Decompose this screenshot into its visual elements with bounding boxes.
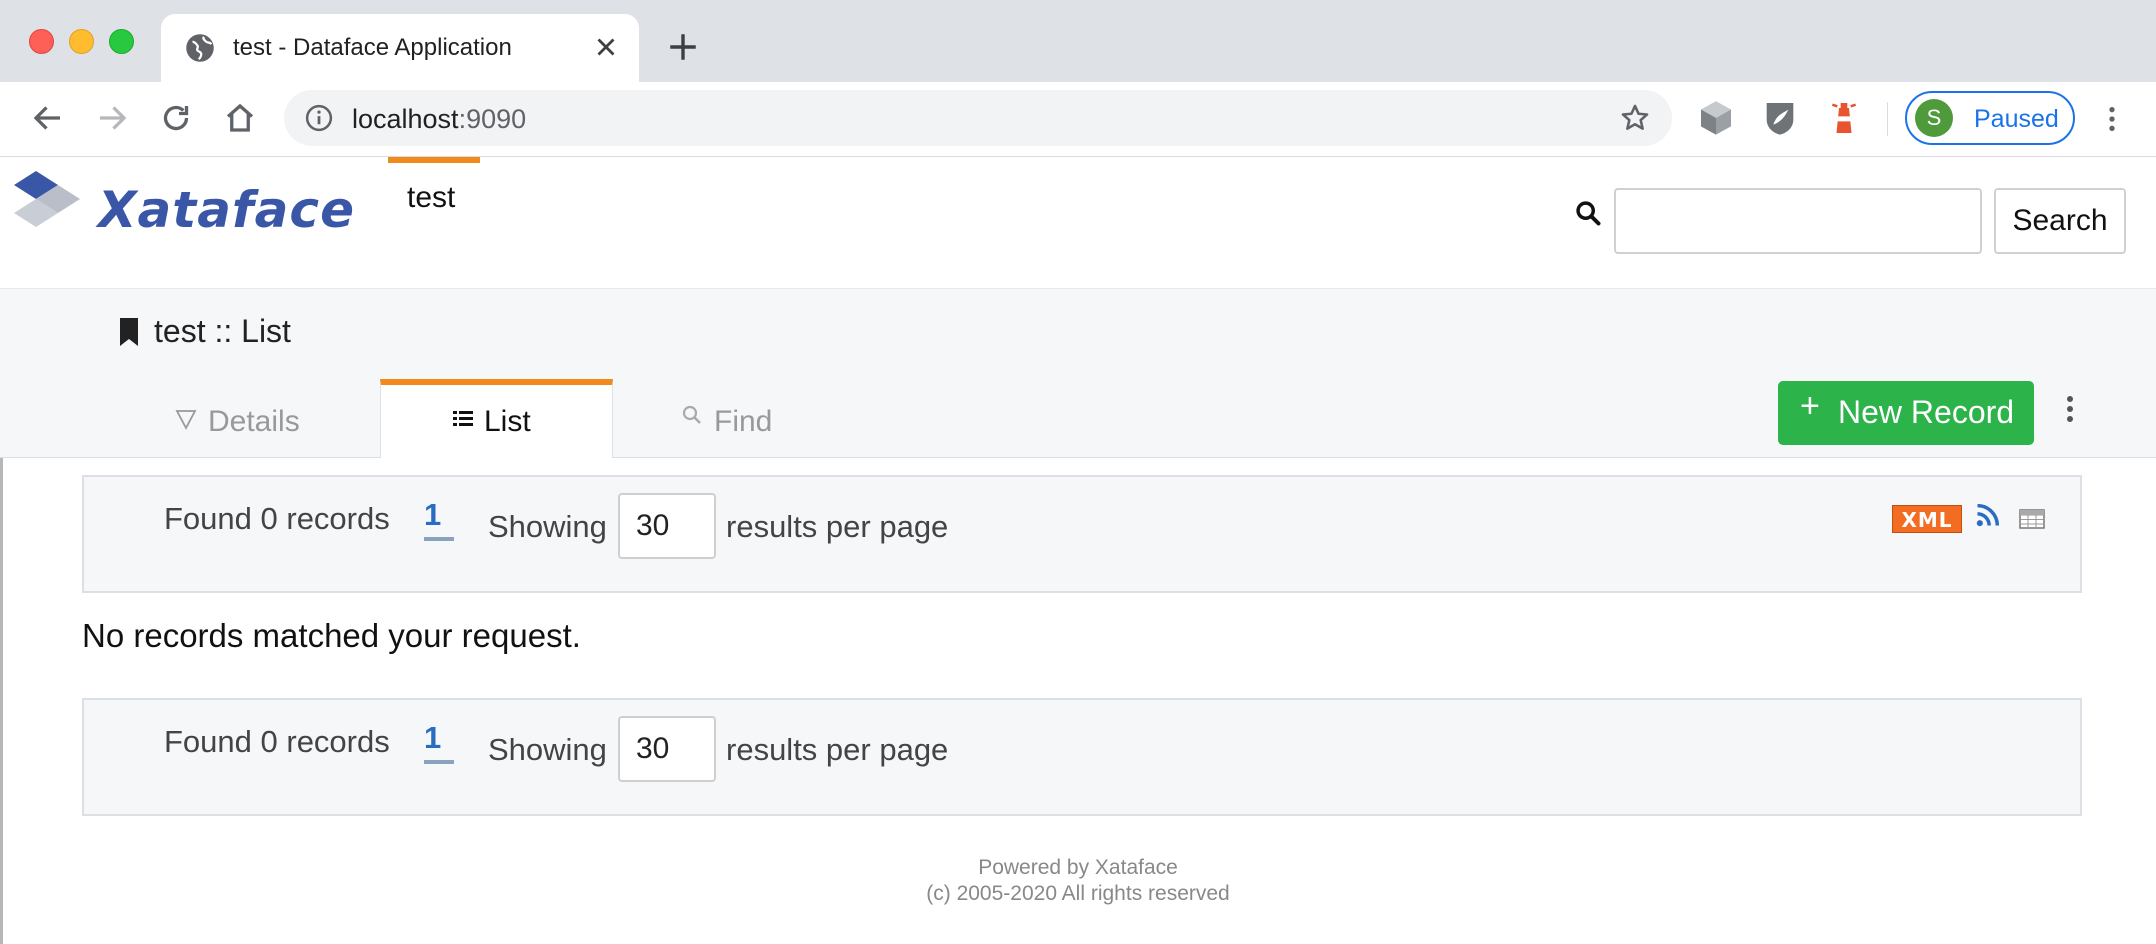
browser-tab-bar: test - Dataface Application [0,0,2156,82]
per-page-label: results per page [726,732,949,767]
app-tab-label: test [407,181,456,214]
toolbar-separator [1887,102,1888,136]
more-actions-icon[interactable] [2060,389,2080,429]
bookmark-star-icon[interactable] [1618,101,1652,135]
empty-message: No records matched your request. [82,617,581,654]
url-host: localhost [352,104,459,134]
tab-label: Details [208,405,300,438]
page-content: Xataface test Search test :: List Detail… [0,157,2156,944]
rss-icon[interactable] [1974,501,2002,529]
showing-label: Showing [488,509,607,544]
found-count: Found 0 records [164,724,390,759]
per-page-label: results per page [726,509,949,544]
profile-status-label: Paused [1974,105,2059,133]
home-icon[interactable] [222,100,258,136]
tab-label: Find [714,405,773,438]
new-record-button[interactable]: + New Record [1778,381,2034,445]
logo-diamond-icon [14,171,80,227]
per-page-input[interactable] [618,716,716,782]
shield-extension-icon[interactable] [1760,98,1800,138]
triangle-down-icon [175,410,197,430]
bookmark-icon [120,318,138,346]
page-number-link[interactable]: 1 [424,497,441,533]
browser-tab[interactable]: test - Dataface Application [161,14,639,82]
avatar: S [1915,99,1953,137]
close-window-button[interactable] [29,29,54,54]
result-controller-top: Found 0 records 1 Showing results per pa… [82,475,2082,593]
browser-menu-icon[interactable] [2096,102,2128,136]
maximize-window-button[interactable] [109,29,134,54]
result-controller-bottom: Found 0 records 1 Showing results per pa… [82,698,2082,816]
app-header: Xataface test Search [0,157,2156,289]
close-icon[interactable] [591,32,621,62]
page-title: test :: List [154,313,291,349]
page-number-link[interactable]: 1 [424,720,441,756]
plus-icon: + [1800,387,1820,425]
profile-button[interactable]: S Paused [1905,91,2075,145]
list-icon [453,411,473,426]
lighthouse-extension-icon[interactable] [1824,98,1864,138]
search-input[interactable] [1614,188,1982,254]
tab-list[interactable]: List [380,379,613,458]
table-export-icon[interactable] [2019,509,2045,529]
footer: Powered by Xataface (c) 2005-2020 All ri… [0,855,2156,907]
showing-label: Showing [488,732,607,767]
tab-details[interactable]: Details [140,379,380,457]
search-icon [1576,201,1601,226]
minimize-window-button[interactable] [69,29,94,54]
found-count: Found 0 records [164,501,390,536]
per-page-input[interactable] [618,493,716,559]
address-bar[interactable]: localhost:9090 [284,90,1672,146]
search-icon [682,405,701,424]
current-page-indicator [424,537,454,541]
footer-copyright: (c) 2005-2020 All rights reserved [926,882,1230,905]
xml-export-button[interactable]: XML [1892,505,1962,533]
new-tab-icon[interactable] [666,30,700,64]
tab-find[interactable]: Find [614,379,854,457]
url-text: localhost:9090 [352,104,526,135]
url-port: :9090 [458,104,527,134]
footer-powered-by: Powered by Xataface [978,856,1178,879]
tab-test[interactable]: test [388,157,480,237]
table-subheader: test :: List Details List Find + New Rec… [0,289,2156,458]
info-icon[interactable] [304,103,334,133]
search-button[interactable]: Search [1994,188,2126,254]
new-record-label: New Record [1838,394,2015,430]
cube-extension-icon[interactable] [1696,98,1736,138]
browser-toolbar: localhost:9090 S Paused [0,82,2156,157]
back-icon[interactable] [30,100,66,136]
tab-label: List [484,405,531,438]
globe-icon [186,34,214,62]
logo-text: Xataface [98,181,355,239]
tab-title: test - Dataface Application [233,34,512,61]
forward-icon[interactable] [94,100,130,136]
xataface-logo[interactable]: Xataface [10,167,360,242]
current-page-indicator [424,760,454,764]
reload-icon[interactable] [158,100,194,136]
